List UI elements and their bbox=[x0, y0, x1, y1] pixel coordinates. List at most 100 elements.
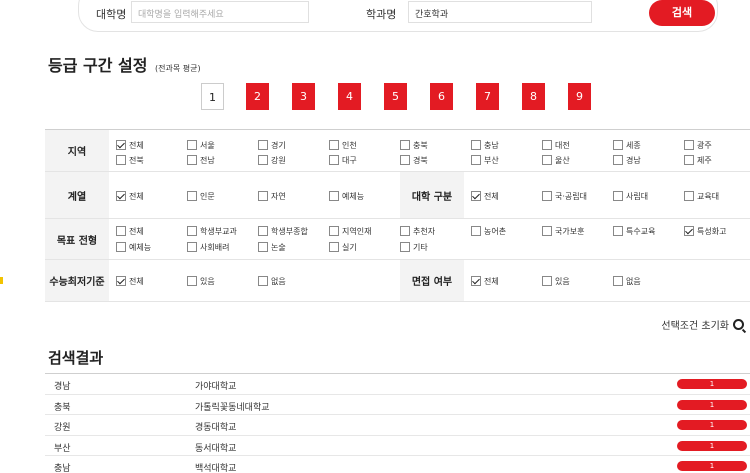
checkbox-icon[interactable] bbox=[471, 155, 481, 165]
suneung-option[interactable]: 전체 bbox=[116, 275, 144, 287]
checkbox-icon[interactable] bbox=[187, 155, 197, 165]
checkbox-icon[interactable] bbox=[542, 226, 552, 236]
checkbox-icon[interactable] bbox=[471, 276, 481, 286]
table-row[interactable]: 충남 백석대학교 1 bbox=[45, 456, 750, 473]
result-university[interactable]: 가톨릭꽃동네대학교 bbox=[195, 400, 270, 413]
checkbox-icon[interactable] bbox=[613, 155, 623, 165]
table-row[interactable]: 충북 가톨릭꽃동네대학교 1 bbox=[45, 395, 750, 415]
result-university[interactable]: 동서대학교 bbox=[195, 441, 236, 454]
grade-button-9[interactable]: 9 bbox=[568, 83, 591, 110]
checkbox-icon[interactable] bbox=[613, 276, 623, 286]
region-option[interactable]: 경남 bbox=[613, 154, 641, 166]
field-option[interactable]: 예체능 bbox=[329, 190, 364, 202]
region-option[interactable]: 전체 bbox=[116, 139, 144, 151]
region-option[interactable]: 대구 bbox=[329, 154, 357, 166]
region-option[interactable]: 울산 bbox=[542, 154, 570, 166]
checkbox-icon[interactable] bbox=[258, 140, 268, 150]
region-option[interactable]: 부산 bbox=[471, 154, 499, 166]
admission-option[interactable]: 추천자 bbox=[400, 225, 435, 237]
checkbox-icon[interactable] bbox=[187, 242, 197, 252]
checkbox-icon[interactable] bbox=[258, 155, 268, 165]
admission-option[interactable]: 학생부교과 bbox=[187, 225, 237, 237]
interview-option[interactable]: 없음 bbox=[613, 275, 641, 287]
checkbox-icon[interactable] bbox=[187, 140, 197, 150]
search-button[interactable]: 검색 bbox=[649, 0, 715, 26]
checkbox-icon[interactable] bbox=[329, 226, 339, 236]
checkbox-icon[interactable] bbox=[329, 155, 339, 165]
checkbox-icon[interactable] bbox=[187, 276, 197, 286]
checkbox-icon[interactable] bbox=[258, 242, 268, 252]
checkbox-icon[interactable] bbox=[400, 155, 410, 165]
checkbox-icon[interactable] bbox=[542, 276, 552, 286]
checkbox-icon[interactable] bbox=[684, 155, 694, 165]
suneung-option[interactable]: 없음 bbox=[258, 275, 286, 287]
region-option[interactable]: 광주 bbox=[684, 139, 712, 151]
admission-option[interactable]: 지역인재 bbox=[329, 225, 371, 237]
univ-type-option[interactable]: 전체 bbox=[471, 190, 499, 202]
checkbox-icon[interactable] bbox=[400, 140, 410, 150]
checkbox-icon[interactable] bbox=[329, 140, 339, 150]
checkbox-icon[interactable] bbox=[116, 191, 126, 201]
checkbox-icon[interactable] bbox=[471, 191, 481, 201]
admission-option[interactable]: 국가보훈 bbox=[542, 225, 584, 237]
univ-type-option[interactable]: 국·공립대 bbox=[542, 190, 587, 202]
interview-option[interactable]: 전체 bbox=[471, 275, 499, 287]
admission-option[interactable]: 농어촌 bbox=[471, 225, 506, 237]
region-option[interactable]: 전북 bbox=[116, 154, 144, 166]
grade-button-4[interactable]: 4 bbox=[338, 83, 361, 110]
checkbox-icon[interactable] bbox=[613, 191, 623, 201]
checkbox-icon[interactable] bbox=[116, 155, 126, 165]
checkbox-icon[interactable] bbox=[116, 242, 126, 252]
univ-type-option[interactable]: 사립대 bbox=[613, 190, 648, 202]
univ-search-input[interactable]: 대학명을 입력해주세요 bbox=[131, 1, 309, 23]
grade-button-1[interactable]: 1 bbox=[201, 83, 224, 110]
field-option[interactable]: 인문 bbox=[187, 190, 215, 202]
checkbox-icon[interactable] bbox=[116, 276, 126, 286]
checkbox-icon[interactable] bbox=[613, 140, 623, 150]
checkbox-icon[interactable] bbox=[542, 140, 552, 150]
table-row[interactable]: 부산 동서대학교 1 bbox=[45, 436, 750, 456]
interview-option[interactable]: 있음 bbox=[542, 275, 570, 287]
region-option[interactable]: 강원 bbox=[258, 154, 286, 166]
checkbox-icon[interactable] bbox=[471, 140, 481, 150]
region-option[interactable]: 대전 bbox=[542, 139, 570, 151]
checkbox-icon[interactable] bbox=[542, 155, 552, 165]
admission-option[interactable]: 전체 bbox=[116, 225, 144, 237]
grade-button-5[interactable]: 5 bbox=[384, 83, 407, 110]
field-option[interactable]: 전체 bbox=[116, 190, 144, 202]
grade-button-3[interactable]: 3 bbox=[292, 83, 315, 110]
region-option[interactable]: 충북 bbox=[400, 139, 428, 151]
field-option[interactable]: 자연 bbox=[258, 190, 286, 202]
grade-button-6[interactable]: 6 bbox=[430, 83, 453, 110]
checkbox-icon[interactable] bbox=[400, 242, 410, 252]
admission-option[interactable]: 특성화고 bbox=[684, 225, 726, 237]
checkbox-icon[interactable] bbox=[400, 226, 410, 236]
table-row[interactable]: 경남 가야대학교 1 bbox=[45, 374, 750, 395]
result-university[interactable]: 경동대학교 bbox=[195, 420, 236, 433]
grade-button-2[interactable]: 2 bbox=[246, 83, 269, 110]
checkbox-icon[interactable] bbox=[613, 226, 623, 236]
region-option[interactable]: 경북 bbox=[400, 154, 428, 166]
checkbox-icon[interactable] bbox=[329, 242, 339, 252]
region-option[interactable]: 전남 bbox=[187, 154, 215, 166]
region-option[interactable]: 서울 bbox=[187, 139, 215, 151]
checkbox-icon[interactable] bbox=[684, 226, 694, 236]
checkbox-icon[interactable] bbox=[116, 226, 126, 236]
checkbox-icon[interactable] bbox=[684, 191, 694, 201]
admission-option[interactable]: 특수교육 bbox=[613, 225, 655, 237]
checkbox-icon[interactable] bbox=[258, 226, 268, 236]
checkbox-icon[interactable] bbox=[542, 191, 552, 201]
reset-filters-button[interactable]: 선택조건 초기화 bbox=[661, 317, 744, 332]
checkbox-icon[interactable] bbox=[258, 191, 268, 201]
checkbox-icon[interactable] bbox=[684, 140, 694, 150]
checkbox-icon[interactable] bbox=[187, 226, 197, 236]
major-search-input[interactable]: 간호학과 bbox=[408, 1, 592, 23]
univ-type-option[interactable]: 교육대 bbox=[684, 190, 719, 202]
result-university[interactable]: 백석대학교 bbox=[195, 461, 236, 473]
table-row[interactable]: 강원 경동대학교 1 bbox=[45, 415, 750, 436]
suneung-option[interactable]: 있음 bbox=[187, 275, 215, 287]
region-option[interactable]: 제주 bbox=[684, 154, 712, 166]
checkbox-icon[interactable] bbox=[258, 276, 268, 286]
admission-option[interactable]: 사회배려 bbox=[187, 241, 229, 253]
region-option[interactable]: 인천 bbox=[329, 139, 357, 151]
